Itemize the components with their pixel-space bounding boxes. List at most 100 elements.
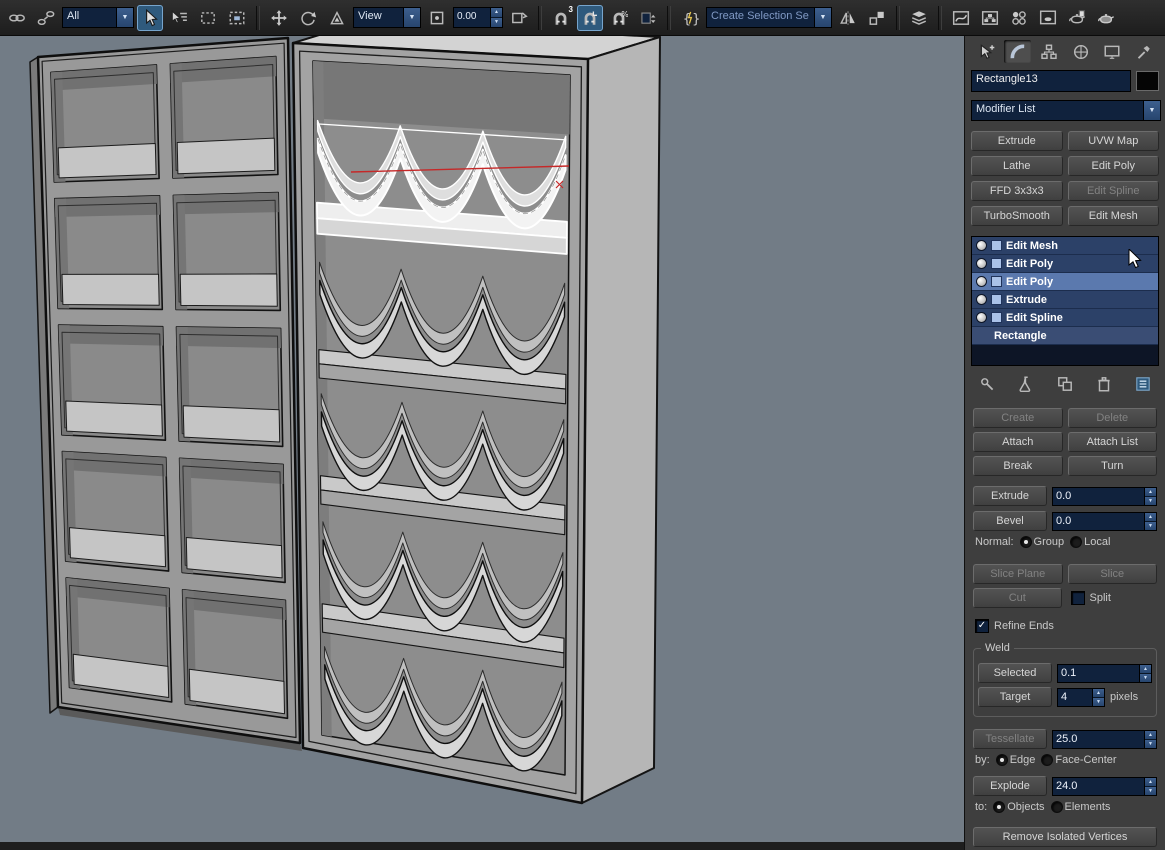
render-setup-button[interactable] [1064, 5, 1090, 31]
delete-button[interactable]: Delete [1067, 408, 1157, 428]
material-editor-button[interactable] [1006, 5, 1032, 31]
create-button[interactable]: Create [973, 408, 1063, 428]
modifier-stack-item-extrude[interactable]: Extrude [972, 291, 1158, 309]
weld-target-button[interactable]: Target [978, 687, 1052, 707]
unlink-selection-button[interactable] [33, 5, 59, 31]
by-edge-radio[interactable]: Edge [996, 754, 1035, 766]
select-object-button[interactable] [137, 4, 163, 31]
shelf-cabinet-model[interactable] [29, 36, 302, 751]
select-by-name-button[interactable] [166, 5, 192, 31]
modifier-preset-edit-poly-button[interactable]: Edit Poly [1067, 156, 1159, 176]
make-unique-button[interactable] [1053, 374, 1077, 393]
weld-target-spinner[interactable]: ▲ ▼ [1092, 688, 1104, 706]
modifier-enable-bulb-icon[interactable] [976, 294, 987, 305]
spin-down-icon[interactable]: ▼ [1145, 785, 1156, 795]
to-elements-radio[interactable]: Elements [1051, 801, 1110, 813]
tab-modify[interactable] [1004, 40, 1032, 63]
remove-isolated-vertices-button[interactable]: Remove Isolated Vertices [973, 827, 1157, 847]
modifier-preset-turbosmooth-button[interactable]: TurboSmooth [971, 206, 1063, 226]
select-and-move-button[interactable] [266, 5, 292, 31]
percent-snap-toggle-button[interactable]: % [606, 5, 632, 31]
modifier-list-dropdown[interactable]: Modifier List ▼ [971, 100, 1161, 121]
weld-selected-spinner[interactable]: ▲ ▼ [1139, 664, 1151, 682]
spin-down-icon[interactable]: ▼ [1145, 738, 1156, 748]
layer-manager-button[interactable] [906, 5, 932, 31]
weld-target-field[interactable]: 4 ▲ ▼ [1057, 687, 1105, 707]
explode-button[interactable]: Explode [973, 776, 1047, 796]
modifier-stack-item-rectangle[interactable]: Rectangle [972, 327, 1158, 345]
spin-down-icon[interactable]: ▼ [1145, 520, 1156, 530]
tab-utilities[interactable] [1130, 40, 1157, 63]
split-checkbox[interactable]: Split [1067, 588, 1158, 608]
schematic-view-button[interactable] [977, 5, 1003, 31]
modifier-stack-item-edit-mesh[interactable]: Edit Mesh [972, 237, 1158, 255]
modifier-preset-edit-mesh-button[interactable]: Edit Mesh [1067, 206, 1159, 226]
selection-filter-dropdown[interactable]: All ▼ [62, 7, 134, 28]
tab-motion[interactable] [1067, 40, 1094, 63]
attach-list-button[interactable]: Attach List [1067, 432, 1157, 452]
spin-up-icon[interactable]: ▲ [1145, 512, 1156, 521]
extrude-button[interactable]: Extrude [973, 486, 1047, 506]
modifier-preset-uvw-map-button[interactable]: UVW Map [1067, 131, 1159, 151]
transform-type-in-spinner[interactable]: ▲ ▼ [490, 8, 502, 27]
modifier-stack-item-edit-spline[interactable]: Edit Spline [972, 309, 1158, 327]
keyboard-shortcut-override-button[interactable]: {} [677, 5, 703, 31]
align-button[interactable] [864, 5, 890, 31]
select-and-link-button[interactable] [4, 5, 30, 31]
show-end-result-button[interactable] [1014, 374, 1038, 393]
explode-field[interactable]: 24.0 ▲ ▼ [1052, 776, 1157, 796]
modifier-preset-edit-spline-button[interactable]: Edit Spline [1067, 181, 1159, 201]
spin-up-icon[interactable]: ▲ [1145, 730, 1156, 739]
slice-button[interactable]: Slice [1067, 564, 1157, 584]
chevron-down-icon[interactable]: ▼ [403, 8, 420, 27]
weld-selected-field[interactable]: 0.1 ▲ ▼ [1057, 663, 1152, 683]
snap-toggle-3d-button[interactable]: 3 [548, 5, 574, 31]
chevron-down-icon[interactable]: ▼ [814, 8, 831, 27]
spin-up-icon[interactable]: ▲ [1140, 664, 1151, 673]
rectangular-selection-region-button[interactable] [195, 5, 221, 31]
transform-type-in-field[interactable]: 0.00 ▲ ▼ [453, 7, 503, 28]
modifier-enable-bulb-icon[interactable] [976, 258, 987, 269]
modifier-enable-bulb-icon[interactable] [976, 276, 987, 287]
normal-group-radio[interactable]: Group [1020, 536, 1064, 548]
quick-render-button[interactable] [1093, 5, 1119, 31]
explode-spinner[interactable]: ▲ ▼ [1144, 777, 1156, 795]
modifier-stack-item-edit-poly[interactable]: Edit Poly [972, 255, 1158, 273]
cut-button[interactable]: Cut [973, 588, 1062, 608]
spin-up-icon[interactable]: ▲ [1145, 777, 1156, 786]
chevron-down-icon[interactable]: ▼ [116, 8, 133, 27]
spin-up-icon[interactable]: ▲ [1145, 487, 1156, 496]
wine-rack-model[interactable] [291, 35, 661, 805]
normal-local-radio[interactable]: Local [1071, 536, 1110, 548]
modifier-enable-bulb-icon[interactable] [976, 240, 987, 251]
rendered-frame-window-button[interactable] [1035, 5, 1061, 31]
turn-button[interactable]: Turn [1067, 456, 1157, 476]
object-name-field[interactable]: Rectangle13 [971, 70, 1131, 92]
remove-modifier-button[interactable] [1092, 374, 1116, 393]
tessellate-button[interactable]: Tessellate [973, 729, 1047, 749]
by-face-center-radio[interactable]: Face-Center [1042, 754, 1117, 766]
configure-modifier-sets-button[interactable] [1131, 374, 1155, 393]
spin-down-icon[interactable]: ▼ [1145, 495, 1156, 505]
tessellate-spinner[interactable]: ▲ ▼ [1144, 730, 1156, 748]
modifier-preset-lathe-button[interactable]: Lathe [971, 156, 1063, 176]
attach-button[interactable]: Attach [973, 432, 1063, 452]
curve-editor-button[interactable] [948, 5, 974, 31]
extrude-amount-field[interactable]: 0.0 ▲ ▼ [1052, 486, 1157, 506]
bevel-button[interactable]: Bevel [973, 511, 1047, 531]
tessellate-field[interactable]: 25.0 ▲ ▼ [1052, 729, 1157, 749]
select-and-scale-button[interactable] [324, 5, 350, 31]
viewport[interactable] [0, 35, 977, 842]
tab-create[interactable] [973, 40, 1000, 63]
modifier-stack-item-edit-poly[interactable]: Edit Poly [972, 273, 1158, 291]
bevel-amount-field[interactable]: 0.0 ▲ ▼ [1052, 511, 1157, 531]
tab-hierarchy[interactable] [1036, 40, 1063, 63]
to-objects-radio[interactable]: Objects [994, 801, 1045, 813]
window-crossing-toggle-button[interactable] [224, 5, 250, 31]
reference-coordinate-system-dropdown[interactable]: View ▼ [353, 7, 421, 28]
spin-down-icon[interactable]: ▼ [1093, 696, 1104, 706]
select-and-rotate-button[interactable] [295, 5, 321, 31]
chevron-down-icon[interactable]: ▼ [1143, 101, 1160, 120]
weld-selected-button[interactable]: Selected [978, 663, 1052, 683]
object-color-swatch[interactable] [1136, 71, 1159, 91]
